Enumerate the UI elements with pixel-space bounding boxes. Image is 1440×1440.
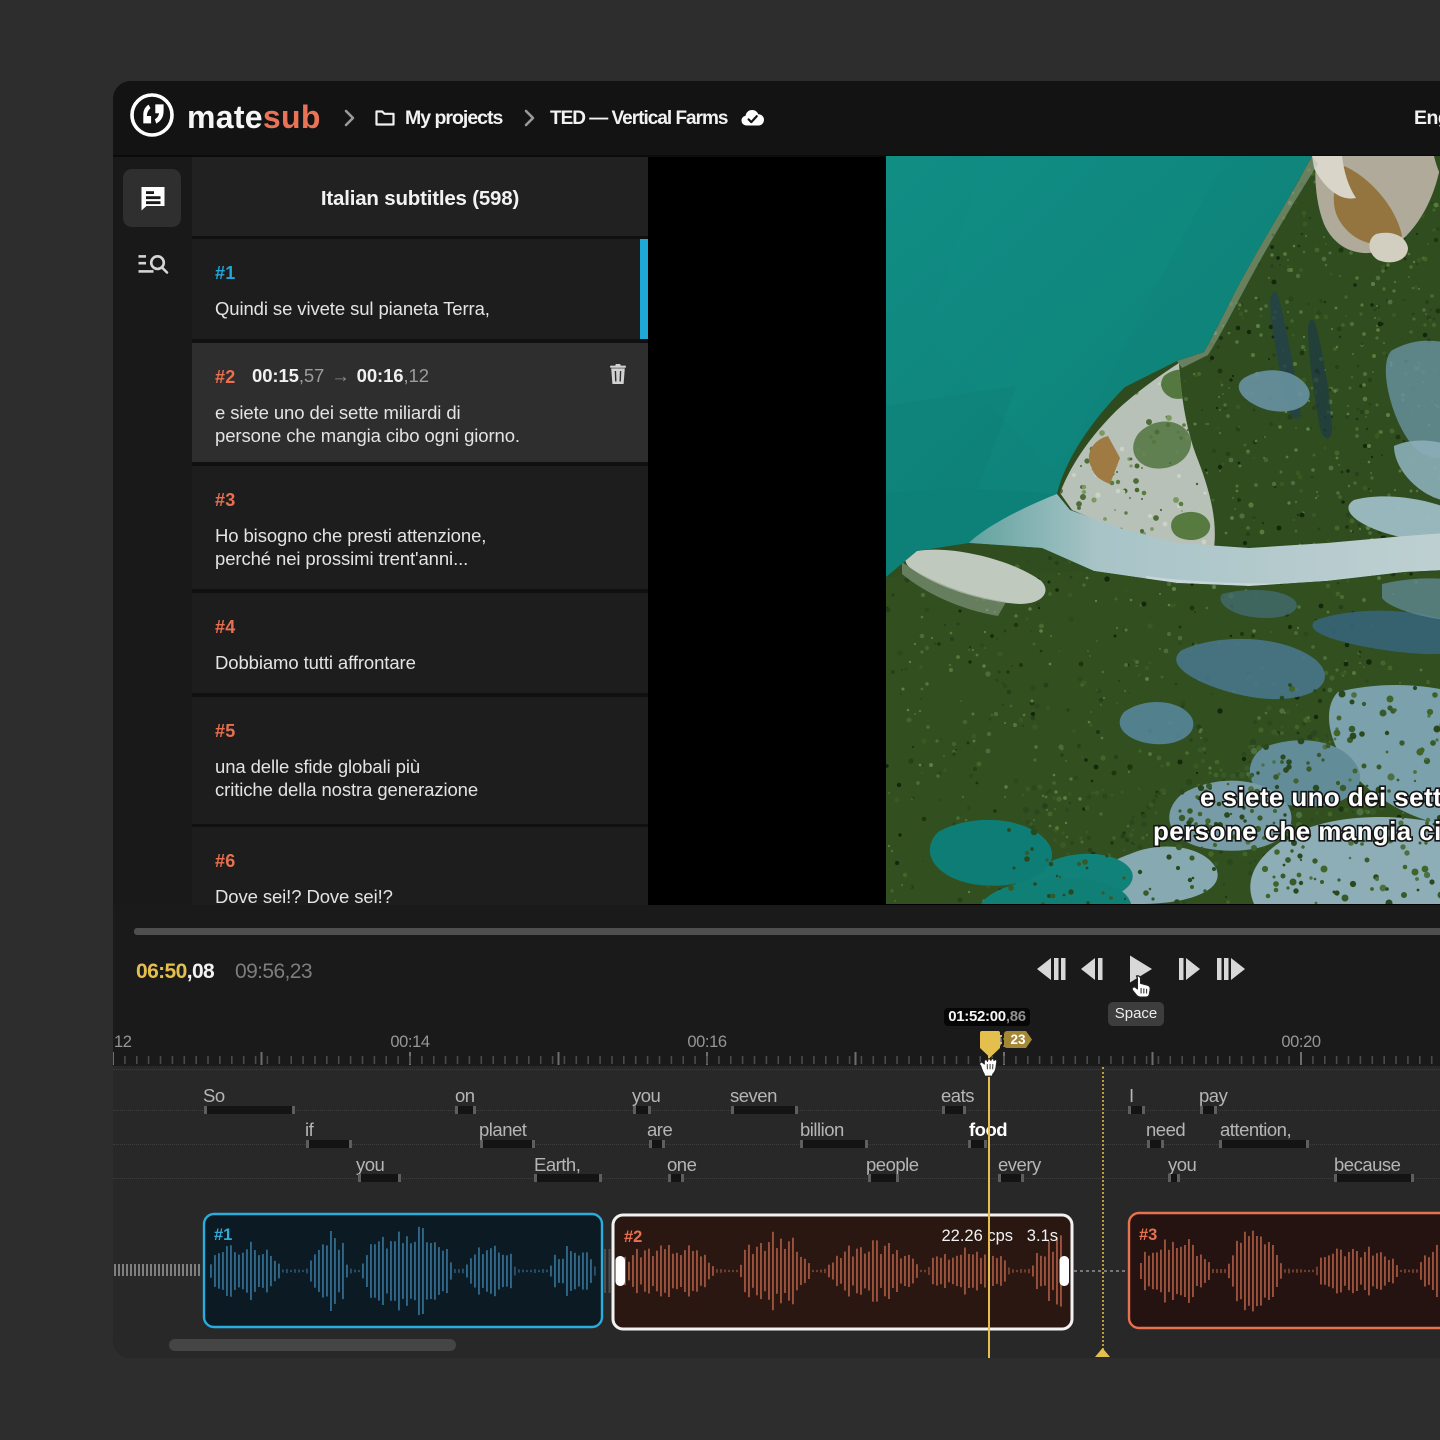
svg-text:#2: #2: [624, 1228, 642, 1246]
svg-text:22.26 cps 3.1s: 22.26 cps 3.1s: [942, 1227, 1059, 1245]
svg-text:e siete uno dei sette: e siete uno dei sette: [1200, 782, 1440, 812]
svg-text:#3: #3: [1139, 1226, 1157, 1244]
svg-text:persone che mangia cibo: persone che mangia cibo: [1153, 816, 1440, 846]
svg-text:#1: #1: [214, 1226, 232, 1244]
